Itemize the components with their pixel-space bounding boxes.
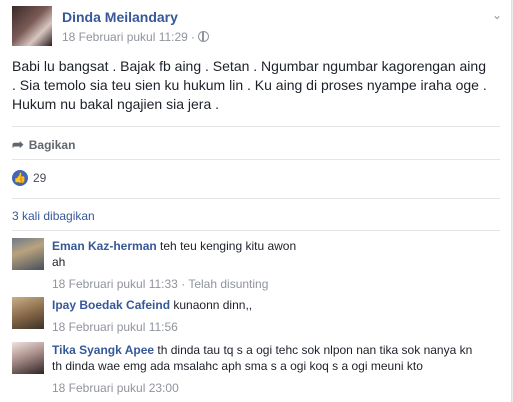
comment-text: kunaonn dinn,,	[173, 298, 253, 312]
edited-label[interactable]: Telah disunting	[188, 277, 268, 291]
divider	[12, 198, 500, 199]
comment-meta: 18 Februari pukul 11:56	[52, 319, 502, 335]
comment-timestamp[interactable]: 18 Februari pukul 11:33	[52, 277, 178, 291]
commenter-avatar[interactable]	[12, 238, 44, 270]
commenter-name[interactable]: Eman Kaz-herman	[52, 239, 157, 253]
share-arrow-icon: ➦	[12, 136, 24, 152]
meta-separator: ·	[190, 30, 195, 44]
comment-timestamp[interactable]: 18 Februari pukul 11:56	[52, 320, 178, 334]
post-header: Dinda Meilandary 18 Februari pukul 11:29…	[12, 6, 502, 46]
post-meta: 18 Februari pukul 11:29 ·	[62, 30, 209, 44]
post-card: Dinda Meilandary 18 Februari pukul 11:29…	[0, 0, 512, 402]
meta-separator: ·	[181, 277, 186, 291]
post-text-line: Hukum nu bakal ngajien sia jera .	[12, 96, 220, 112]
comment-body: Eman Kaz-herman teh teu kenging kitu awo…	[52, 238, 502, 292]
commenter-name[interactable]: Tika Syangk Apee	[52, 343, 154, 357]
comment-body: Tika Syangk Apee th dinda tau tq s a ogi…	[52, 342, 502, 396]
comment-text: th dinda tau tq s a ogi tehc sok nlpon n…	[157, 343, 473, 357]
comment-meta: 18 Februari pukul 23:00	[52, 380, 502, 396]
chevron-down-icon[interactable]: ⌄	[492, 8, 502, 22]
globe-icon[interactable]	[197, 31, 209, 42]
comment-body: Ipay Boedak Cafeind kunaonn dinn,, 18 Fe…	[52, 297, 502, 335]
share-button[interactable]: ➦ Bagikan	[12, 136, 75, 153]
divider	[12, 230, 500, 231]
divider	[12, 159, 500, 160]
divider	[12, 126, 500, 127]
reactions-summary[interactable]: 👍 29	[12, 170, 46, 186]
thumbs-up-icon: 👍	[12, 170, 28, 186]
comment-timestamp[interactable]: 18 Februari pukul 23:00	[52, 381, 179, 395]
commenter-avatar[interactable]	[12, 297, 44, 329]
post-body: Babi lu bangsat . Bajak fb aing . Setan …	[12, 57, 500, 114]
post-timestamp[interactable]: 18 Februari pukul 11:29	[62, 30, 188, 44]
comment-text: ah	[52, 255, 66, 269]
post-text-line: Babi lu bangsat . Bajak fb aing . Setan …	[12, 58, 486, 74]
commenter-avatar[interactable]	[12, 342, 44, 374]
author-avatar[interactable]	[12, 6, 52, 46]
share-label: Bagikan	[28, 137, 76, 152]
author-name[interactable]: Dinda Meilandary	[62, 9, 178, 25]
comment-text: teh teu kenging kitu awon	[160, 239, 297, 253]
comment-meta: 18 Februari pukul 11:33 · Telah disuntin…	[52, 276, 502, 292]
shares-count-link[interactable]: 3 kali dibagikan	[12, 209, 95, 223]
like-count: 29	[33, 171, 47, 185]
post-text-line: . Sia temolo sia teu sien ku hukum lin .…	[12, 77, 487, 93]
comment-text: th dinda wae emg ada msalahc aph sma s a…	[52, 359, 423, 373]
commenter-name[interactable]: Ipay Boedak Cafeind	[52, 298, 170, 312]
